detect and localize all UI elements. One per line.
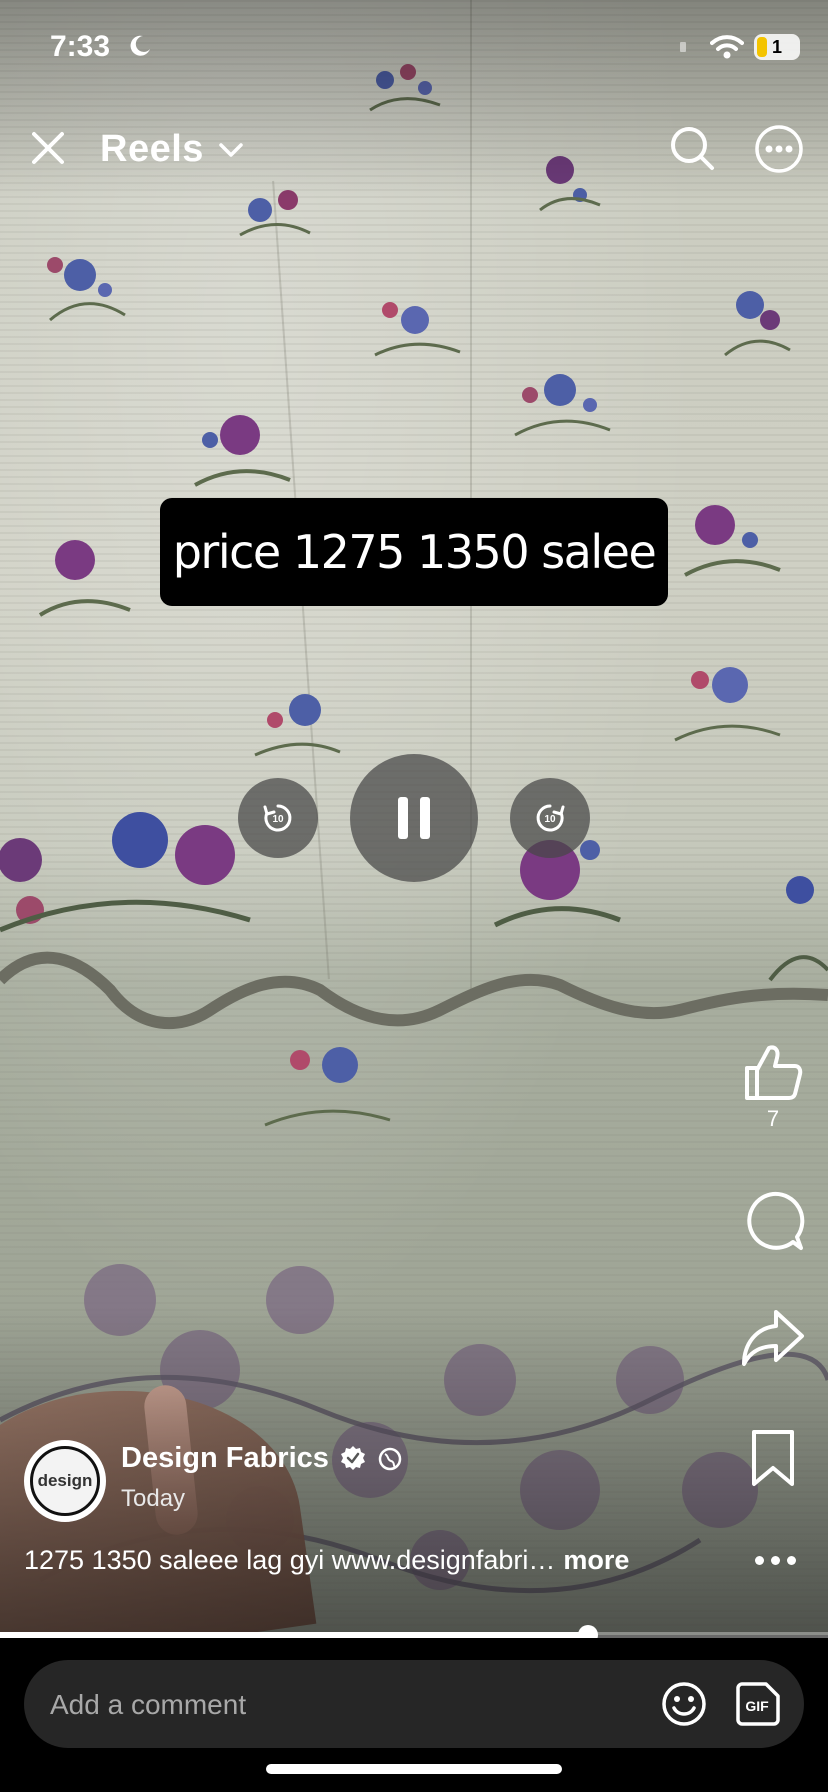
comment-action[interactable] — [738, 1190, 808, 1254]
verified-badge-icon — [340, 1445, 365, 1470]
svg-text:GIF: GIF — [745, 1698, 769, 1714]
battery-level: 1 — [771, 36, 782, 57]
comment-icon[interactable] — [741, 1190, 805, 1254]
rewind-10-icon: 10 — [263, 804, 292, 832]
floral-print — [38, 540, 131, 617]
search-icon[interactable] — [668, 124, 716, 172]
globe-icon — [378, 1447, 402, 1470]
top-nav: Reels — [0, 118, 828, 178]
post-options-button[interactable] — [745, 1540, 805, 1580]
reels-menu[interactable]: Reels — [100, 128, 244, 171]
pause-icon — [398, 797, 430, 839]
gif-icon[interactable]: GIF — [734, 1680, 782, 1728]
wifi-icon — [710, 35, 744, 59]
status-indicators: 1 — [680, 34, 800, 60]
bookmark-icon[interactable] — [748, 1428, 798, 1488]
fabric-border — [0, 951, 828, 1030]
rewind-10-button[interactable]: 10 — [238, 778, 318, 858]
close-icon[interactable] — [28, 128, 68, 168]
moon-icon — [130, 35, 150, 56]
share-icon[interactable] — [740, 1308, 806, 1368]
avatar[interactable]: design — [24, 1440, 106, 1522]
floral-print — [194, 415, 291, 487]
page-title: Reels — [100, 128, 204, 170]
floral-print — [674, 667, 781, 742]
home-indicator[interactable] — [266, 1764, 562, 1774]
floral-print — [374, 302, 461, 357]
emoji-icon[interactable] — [660, 1680, 708, 1728]
caption-more-link[interactable]: more — [563, 1545, 629, 1575]
thumbs-up-icon[interactable] — [741, 1040, 805, 1104]
floral-print — [724, 291, 791, 357]
floral-print — [254, 694, 341, 757]
post-date: Today — [121, 1485, 186, 1512]
floral-print — [0, 812, 251, 933]
forward-10-icon: 10 — [536, 804, 565, 832]
comment-box: GIF — [24, 1660, 804, 1750]
like-action[interactable]: 7 — [738, 1040, 808, 1132]
chevron-down-icon — [219, 142, 243, 157]
svg-text:10: 10 — [544, 814, 556, 825]
pause-button[interactable] — [350, 754, 478, 882]
more-options-icon[interactable] — [754, 124, 804, 174]
floral-print — [514, 374, 611, 437]
save-action[interactable] — [738, 1428, 808, 1488]
floral-print — [47, 257, 126, 322]
avatar-logo: design — [30, 1446, 100, 1516]
svg-text:10: 10 — [272, 814, 284, 825]
caption-text: 1275 1350 saleee lag gyi www.designfabri… — [24, 1545, 556, 1575]
author-row: Design Fabrics — [121, 1442, 403, 1475]
comment-input[interactable] — [48, 1660, 632, 1750]
forward-10-button[interactable]: 10 — [510, 778, 590, 858]
like-count: 7 — [766, 1106, 780, 1131]
post-caption[interactable]: 1275 1350 saleee lag gyi www.designfabri… — [24, 1545, 629, 1576]
status-time: 7:33 — [50, 30, 111, 63]
video-overlay-text: price 1275 1350 salee — [160, 498, 668, 606]
floral-print — [684, 505, 781, 577]
signal-icon — [680, 42, 686, 52]
author-name[interactable]: Design Fabrics — [121, 1442, 329, 1475]
share-action[interactable] — [738, 1308, 808, 1368]
battery-icon: 1 — [754, 34, 800, 60]
